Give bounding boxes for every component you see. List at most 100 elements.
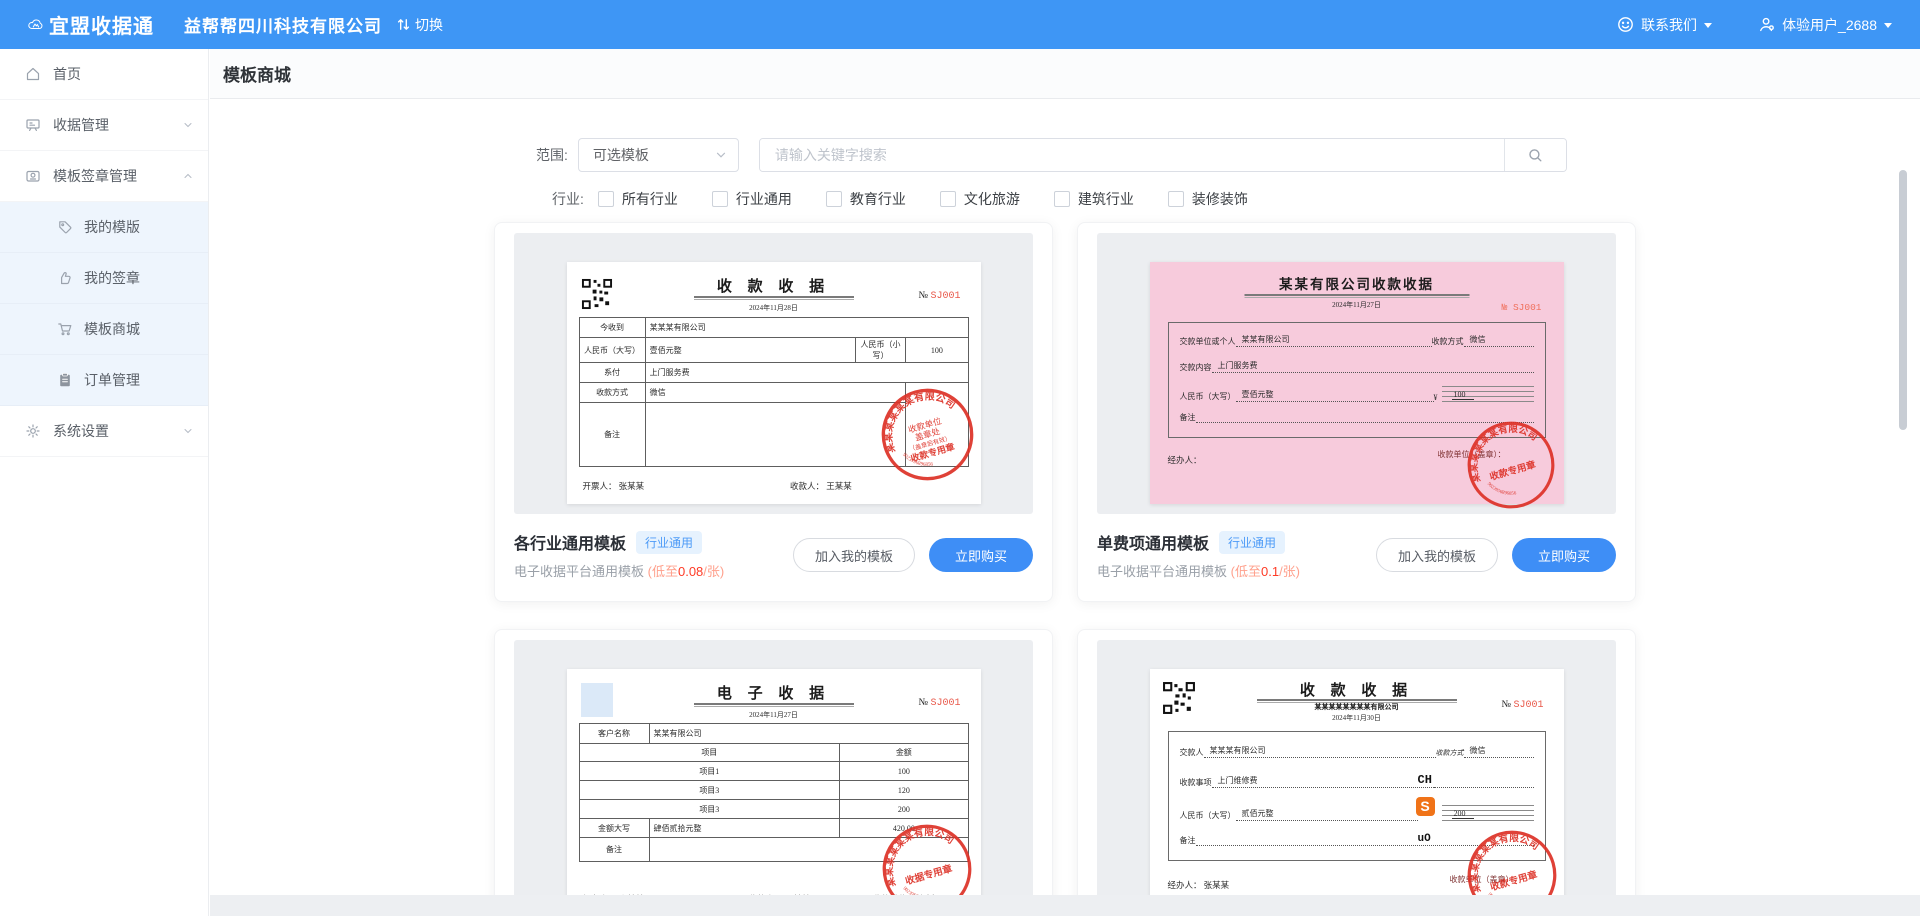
bottom-gutter xyxy=(210,895,1920,916)
template-description: 电子收据平台通用模板 (低至0.08/张) xyxy=(514,561,793,580)
scope-select-value: 可选模板 xyxy=(593,145,714,165)
user-menu-dropdown[interactable]: 体验用户_2688 xyxy=(1758,15,1892,35)
receipt-image: 收 款 收 据 2024年11月28日 № SJ001 今收到 某某某有限公司 xyxy=(567,262,981,504)
switch-arrows-icon xyxy=(396,17,411,32)
chevron-down-icon xyxy=(714,148,728,162)
smiley-icon xyxy=(1617,16,1634,33)
page-header: 模板商城 xyxy=(210,49,1920,99)
chevron-down-icon xyxy=(1884,23,1892,28)
industry-checkbox-education[interactable]: 教育行业 xyxy=(826,189,906,209)
sidebar-item-label: 我的模版 xyxy=(84,217,194,237)
receipt-line: 人民币（大写） 壹佰元整 ¥ 100 xyxy=(1180,386,1534,402)
thumb-signature-icon xyxy=(57,270,73,286)
svg-text:收据专用章: 收据专用章 xyxy=(903,862,953,887)
app-title: 宜盟收据通 xyxy=(49,10,154,39)
gear-icon xyxy=(25,423,41,439)
template-card-grid: 收 款 收 据 2024年11月28日 № SJ001 今收到 某某某有限公司 xyxy=(494,222,1636,895)
sidebar-item-label: 我的签章 xyxy=(84,268,194,288)
title-underline xyxy=(1244,294,1469,298)
card-footer: 各行业通用模板 行业通用 电子收据平台通用模板 (低至0.08/张) 加入我的模… xyxy=(514,530,1033,580)
sidebar-item-my-seals[interactable]: 我的签章 xyxy=(0,253,208,304)
template-preview: 某某有限公司收款收据 2024年11月27日 № SJ001 交款单位或个人 某… xyxy=(1097,233,1616,514)
user-icon xyxy=(1758,16,1775,33)
chevron-down-icon xyxy=(1704,23,1712,28)
template-name: 单费项通用模板 xyxy=(1097,530,1209,554)
scrollbar-thumb[interactable] xyxy=(1899,170,1907,430)
title-underline xyxy=(694,296,854,300)
sidebar-item-receipt-management[interactable]: 收据管理 xyxy=(0,100,208,151)
receipt-title: 收 款 收 据 xyxy=(1150,679,1564,700)
industry-checkbox-all[interactable]: 所有行业 xyxy=(598,189,678,209)
company-name: 益帮帮四川科技有限公司 xyxy=(184,12,382,37)
checkbox[interactable] xyxy=(598,191,614,207)
template-preview: 电 子 收 据 2024年11月27日 № SJ001 客户名称 某某有限公司 xyxy=(514,640,1033,895)
receipt-line: 交款内容 上门服务费 xyxy=(1180,360,1534,373)
template-preview: 收 款 收 据 某某某某某某某某有限公司 2024年11月30日 № SJ001… xyxy=(1097,640,1616,895)
issuer-line: 开票人： 张某某 xyxy=(583,480,645,492)
handler-line: 经办人： 张某某 xyxy=(1168,879,1230,891)
search-input[interactable] xyxy=(760,139,1504,171)
industry-checkbox-general[interactable]: 行业通用 xyxy=(712,189,792,209)
industry-checkbox-decoration[interactable]: 装修装饰 xyxy=(1168,189,1248,209)
industry-checkbox-culture-tourism[interactable]: 文化旅游 xyxy=(940,189,1020,209)
buy-now-button[interactable]: 立即购买 xyxy=(1512,538,1616,572)
template-card: 收 款 收 据 2024年11月28日 № SJ001 今收到 某某某有限公司 xyxy=(494,222,1053,602)
checkbox[interactable] xyxy=(826,191,842,207)
main-area: 模板商城 范围: 可选模板 行业: xyxy=(210,49,1920,916)
receipt-line: 交款人 某某某有限公司 收款方式 微信 xyxy=(1180,745,1534,758)
template-name: 各行业通用模板 xyxy=(514,530,626,554)
add-to-my-templates-button[interactable]: 加入我的模板 xyxy=(793,538,915,572)
title-underline xyxy=(694,703,854,707)
sidebar-item-label: 模板商城 xyxy=(84,319,194,339)
receipt-image: 某某有限公司收款收据 2024年11月27日 № SJ001 交款单位或个人 某… xyxy=(1150,262,1564,504)
industry-checkbox-construction[interactable]: 建筑行业 xyxy=(1054,189,1134,209)
search-input-group xyxy=(759,138,1567,172)
checkbox[interactable] xyxy=(712,191,728,207)
template-preview: 收 款 收 据 2024年11月28日 № SJ001 今收到 某某某有限公司 xyxy=(514,233,1033,514)
template-card: 某某有限公司收款收据 2024年11月27日 № SJ001 交款单位或个人 某… xyxy=(1077,222,1636,602)
receipt-image: 收 款 收 据 某某某某某某某某有限公司 2024年11月30日 № SJ001… xyxy=(1150,669,1564,895)
receipt-number: № SJ001 xyxy=(1502,302,1542,313)
chevron-down-icon xyxy=(182,119,194,131)
page-title: 模板商城 xyxy=(223,61,291,86)
filter-section: 范围: 可选模板 行业: 所有行业 xyxy=(494,99,1636,209)
scope-select[interactable]: 可选模板 xyxy=(578,138,739,172)
search-button[interactable] xyxy=(1504,139,1566,171)
overlay-text: CH xyxy=(1418,773,1432,787)
sidebar-item-system-settings[interactable]: 系统设置 xyxy=(0,406,208,457)
search-icon xyxy=(1527,147,1544,164)
receipt-number: № SJ001 xyxy=(918,697,960,709)
username-label: 体验用户_2688 xyxy=(1782,15,1877,35)
tag-icon xyxy=(57,219,73,235)
sidebar-item-template-mall[interactable]: 模板商城 xyxy=(0,304,208,355)
sidebar-item-label: 订单管理 xyxy=(84,370,194,390)
receipt-number: № SJ001 xyxy=(1501,699,1543,711)
add-to-my-templates-button[interactable]: 加入我的模板 xyxy=(1376,538,1498,572)
top-bar: 宜盟收据通 益帮帮四川科技有限公司 切换 联系我们 体验用户_2688 xyxy=(0,0,1920,49)
template-seal-icon xyxy=(25,168,41,184)
home-icon xyxy=(25,66,41,82)
price-text: (低至0.08/张) xyxy=(648,564,725,579)
receipt-line: 备注 xyxy=(1180,412,1534,423)
contact-us-dropdown[interactable]: 联系我们 xyxy=(1617,15,1712,35)
chevron-up-icon xyxy=(182,170,194,182)
overlay-text: uO xyxy=(1418,833,1431,845)
handler-line: 经办人： xyxy=(1168,454,1202,466)
amount-box: 100 xyxy=(1442,386,1534,402)
checkbox[interactable] xyxy=(940,191,956,207)
amount-box: 200 xyxy=(1442,805,1534,821)
checkbox[interactable] xyxy=(1168,191,1184,207)
buy-now-button[interactable]: 立即购买 xyxy=(929,538,1033,572)
sidebar-item-home[interactable]: 首页 xyxy=(0,49,208,100)
checkbox[interactable] xyxy=(1054,191,1070,207)
sidebar-item-my-templates[interactable]: 我的模版 xyxy=(0,202,208,253)
template-description: 电子收据平台通用模板 (低至0.1/张) xyxy=(1097,561,1376,580)
receipt-date: 2024年11月27日 xyxy=(567,710,981,720)
switch-company-button[interactable]: 切换 xyxy=(396,15,443,35)
industry-badge: 行业通用 xyxy=(636,531,702,554)
sidebar-item-order-management[interactable]: 订单管理 xyxy=(0,355,208,406)
payee-line: 收款人： 王某某 xyxy=(790,480,852,492)
receipt-title: 某某有限公司收款收据 xyxy=(1150,273,1564,293)
sidebar-item-label: 系统设置 xyxy=(53,421,182,441)
sidebar-item-template-seal-management[interactable]: 模板签章管理 xyxy=(0,151,208,202)
